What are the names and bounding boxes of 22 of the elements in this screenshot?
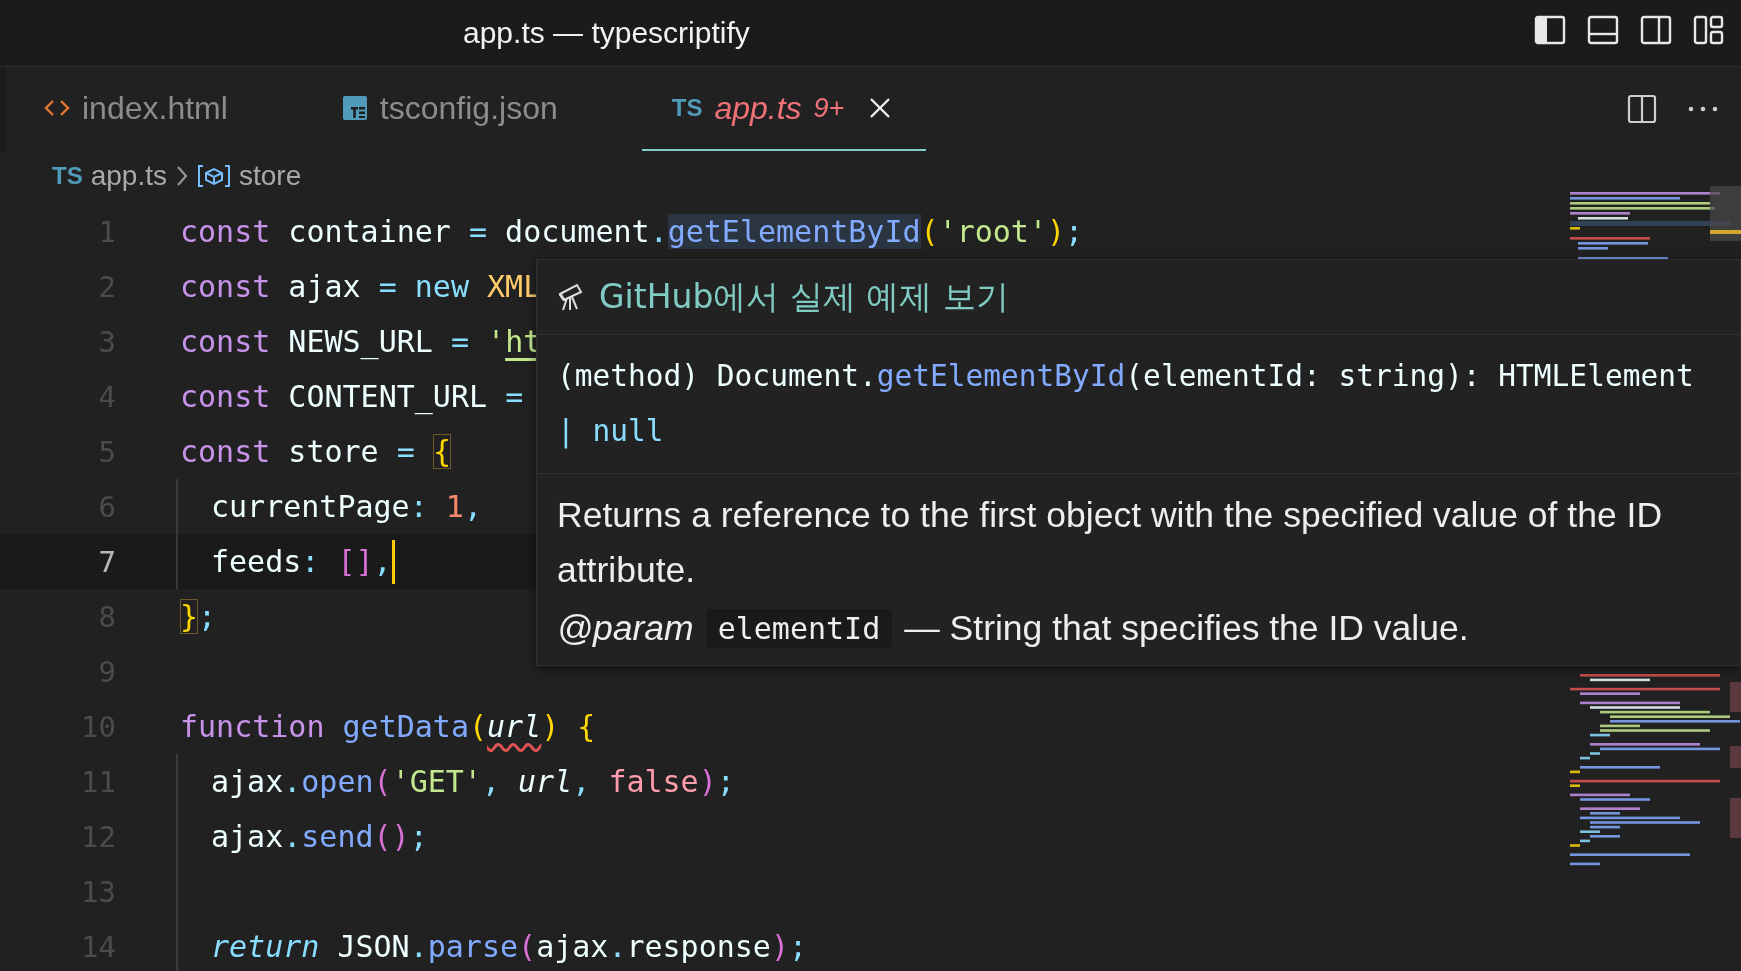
typescript-file-label: TS <box>52 162 83 190</box>
code-line: }; <box>180 597 217 636</box>
window-title: app.ts — typescriptify <box>463 16 750 50</box>
param-name: elementId <box>705 609 893 648</box>
code-line: ajax.send(); <box>211 817 428 856</box>
code-line: const CONTENT_URL = <box>180 377 524 417</box>
code-line: const NEWS_URL = 'ht <box>180 322 542 362</box>
param-tag: @param <box>557 608 694 649</box>
code-line: const store = { <box>180 432 451 471</box>
description-text: Returns a reference to the first object with the specified value of the ID attribute. <box>557 494 1664 592</box>
code-line: const ajax = new XML <box>180 267 542 306</box>
param-description: — String that specifies the ID value. <box>904 608 1469 649</box>
typescript-file-label: TS <box>671 94 703 122</box>
code-line: ajax.open('GET', url, false); <box>211 762 735 801</box>
code-line: currentPage: 1, <box>211 487 482 526</box>
signature-text: | null <box>557 413 665 451</box>
code-line: feeds: [], <box>211 539 395 584</box>
code-line: const container = document.getElementById('root'); <box>180 212 1084 251</box>
line-number: 7 <box>97 544 116 579</box>
code-line: function getData(url) { <box>180 707 596 746</box>
signature-text: (method) Document.getElementById(elementId: string): HTMLElement <box>557 358 1695 395</box>
code-line: return JSON.parse(ajax.response); <box>211 927 808 966</box>
